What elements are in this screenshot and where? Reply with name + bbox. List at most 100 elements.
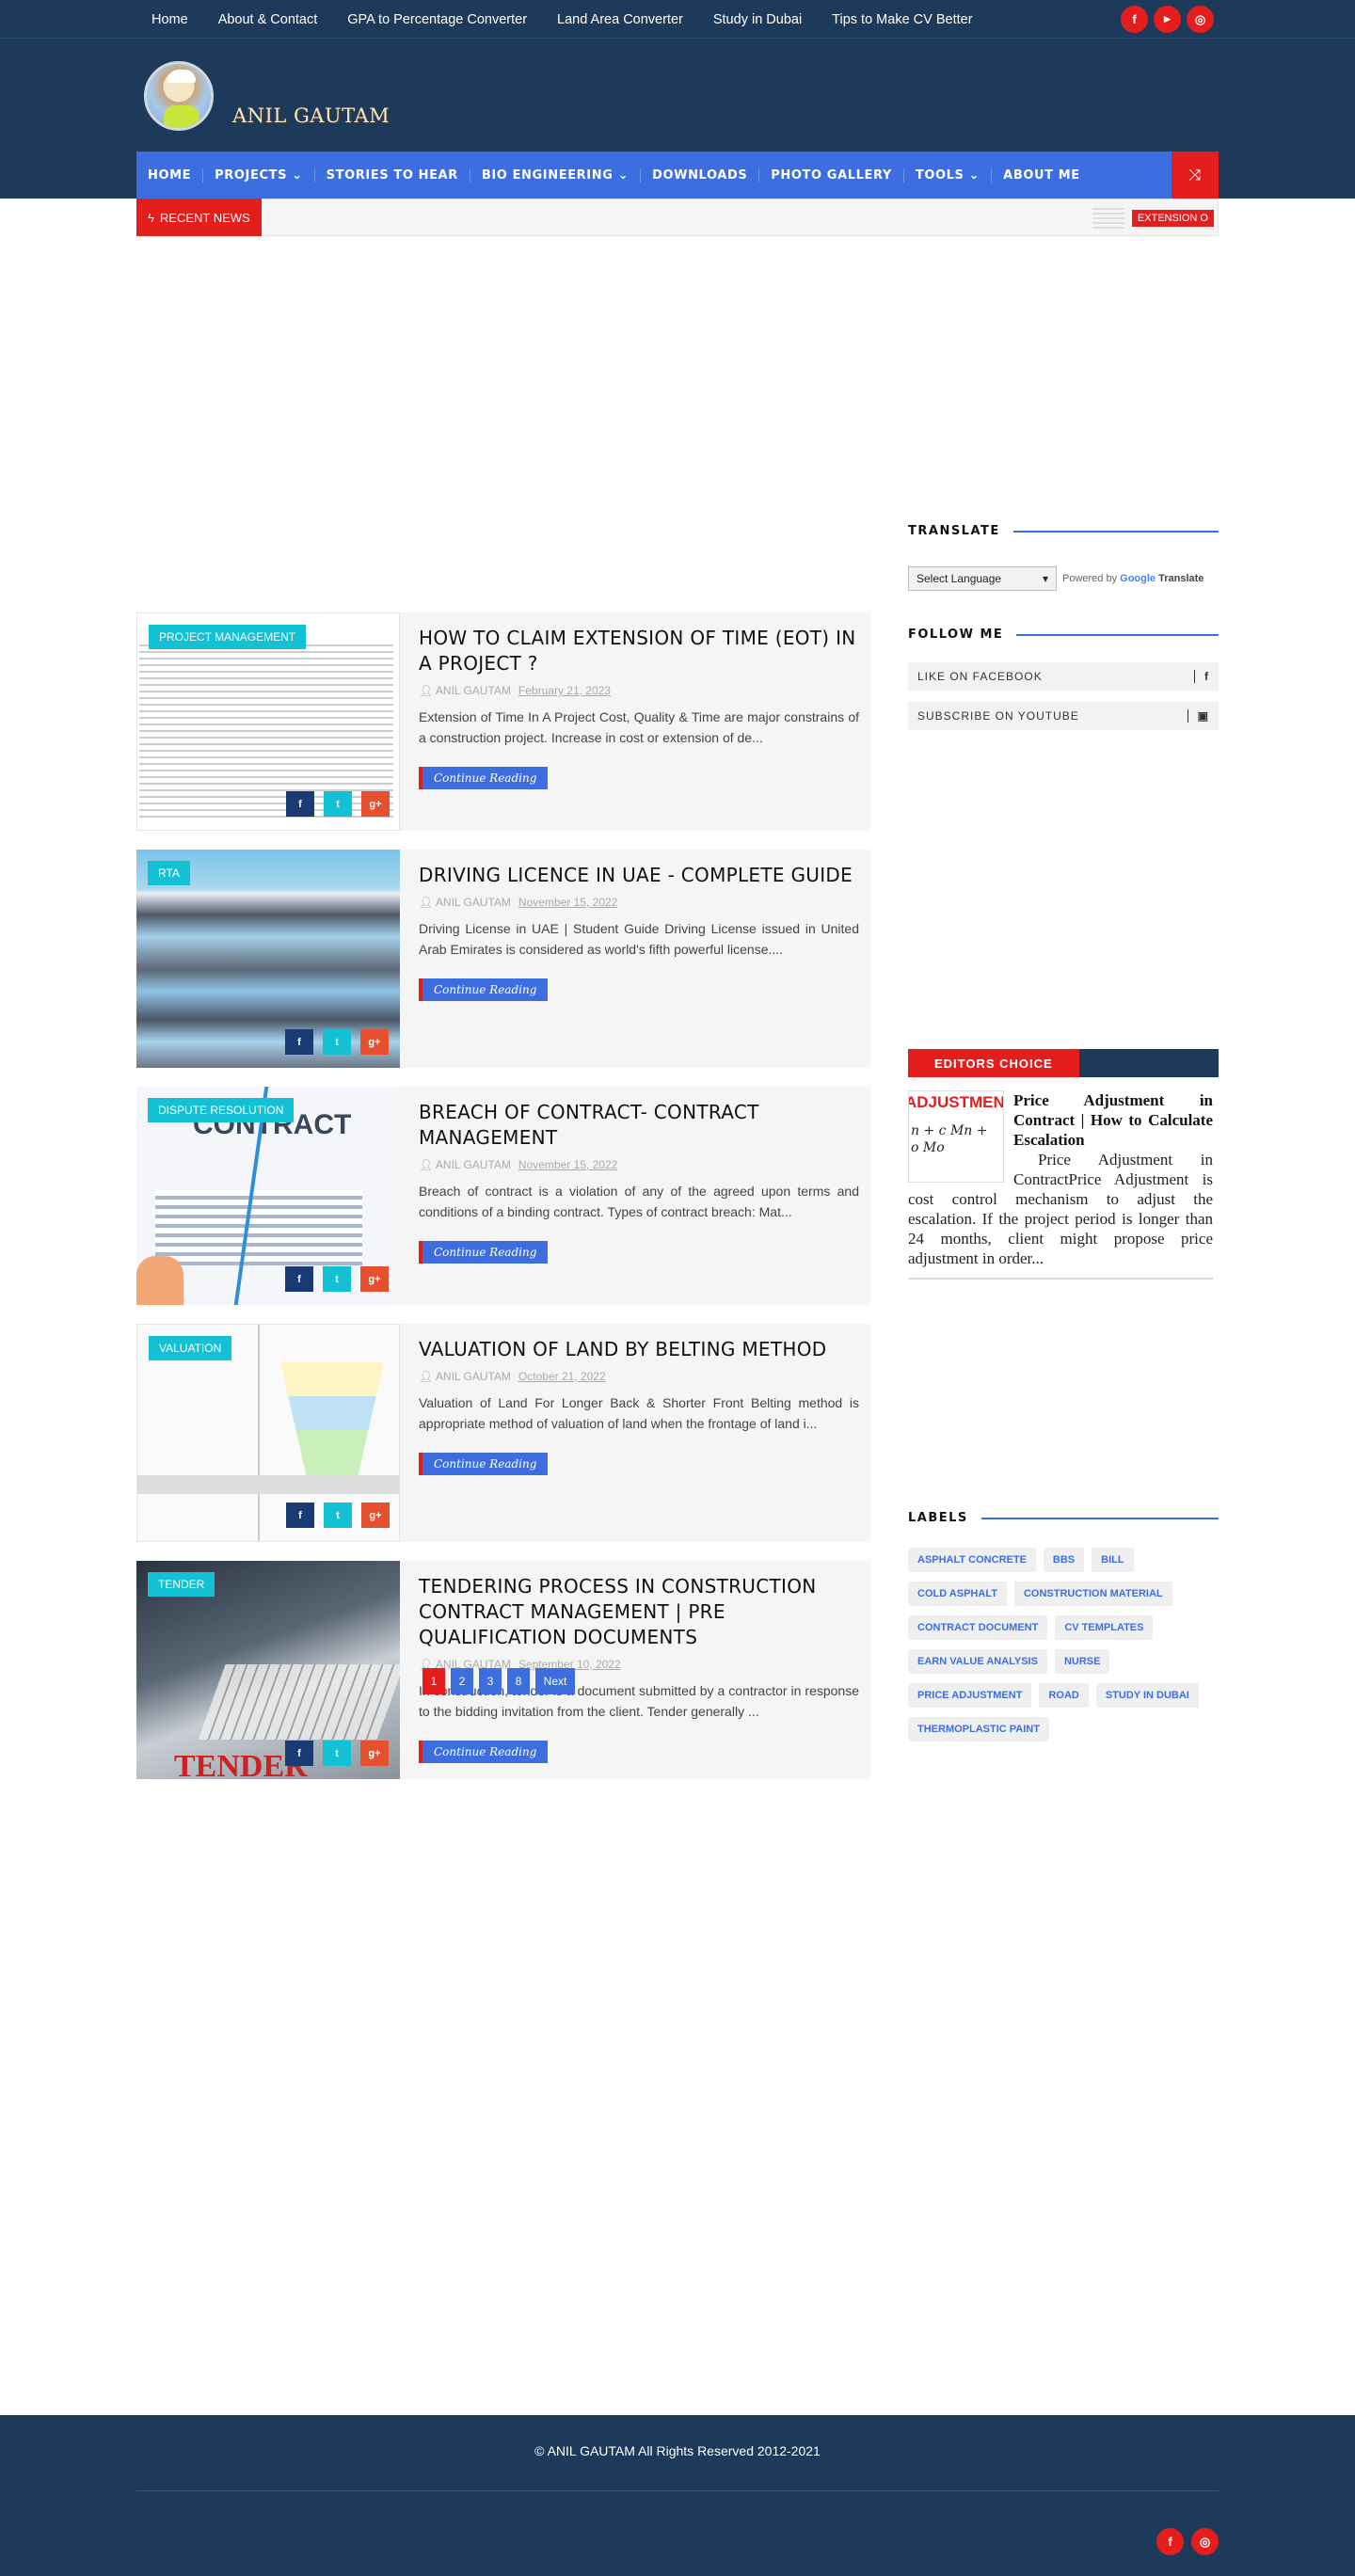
top-link-gpa[interactable]: GPA to Percentage Converter <box>332 12 542 27</box>
page-3[interactable]: 3 <box>479 1668 502 1694</box>
twitter-share-icon[interactable]: t <box>323 1029 351 1055</box>
facebook-icon[interactable]: f <box>1156 2528 1184 2555</box>
post-title[interactable]: TENDERING PROCESS IN CONSTRUCTION CONTRA… <box>419 1574 859 1650</box>
category-badge[interactable]: PROJECT MANAGEMENT <box>149 625 307 649</box>
top-link-land-area[interactable]: Land Area Converter <box>542 12 698 27</box>
post-author[interactable]: ANIL GAUTAM <box>436 896 511 909</box>
category-badge[interactable]: RTA <box>148 861 190 885</box>
post-thumbnail[interactable]: PROJECT MANAGEMENT f t g+ <box>136 612 400 831</box>
like-on-facebook[interactable]: LIKE ON FACEBOOK f <box>908 662 1219 691</box>
page-1[interactable]: 1 <box>422 1668 445 1694</box>
top-link-home[interactable]: Home <box>136 12 203 27</box>
label-tag[interactable]: STUDY IN DUBAI <box>1095 1683 1199 1708</box>
youtube-icon[interactable]: ▶ <box>1154 6 1181 33</box>
label-tag[interactable]: BBS <box>1043 1548 1085 1572</box>
ticker-thumbnail <box>1092 208 1124 229</box>
label-tag[interactable]: NURSE <box>1054 1649 1110 1674</box>
instagram-icon[interactable]: ◎ <box>1191 2528 1219 2555</box>
google-plus-share-icon[interactable]: g+ <box>360 1266 389 1292</box>
twitter-share-icon[interactable]: t <box>324 791 352 817</box>
post-thumbnail[interactable]: VALUATION f t g+ <box>136 1324 400 1542</box>
post-excerpt: Driving License in UAE | Student Guide D… <box>419 921 859 957</box>
share-buttons: f t g+ <box>286 791 390 817</box>
subscribe-on-youtube[interactable]: SUBSCRIBE ON YOUTUBE ▣ <box>908 702 1219 730</box>
label-tag[interactable]: THERMOPLASTIC PAINT <box>908 1717 1049 1741</box>
top-link-dubai[interactable]: Study in Dubai <box>698 12 817 27</box>
label-tag[interactable]: CV TEMPLATES <box>1055 1615 1154 1640</box>
post-title[interactable]: DRIVING LICENCE IN UAE - COMPLETE GUIDE <box>419 863 859 888</box>
nav-photo-gallery[interactable]: PHOTO GALLERY <box>759 167 904 183</box>
user-icon: 👤︎ <box>419 1370 434 1383</box>
translate-link[interactable]: Translate <box>1158 573 1204 584</box>
twitter-share-icon[interactable]: t <box>324 1503 352 1528</box>
facebook-icon[interactable]: f <box>1121 6 1148 33</box>
twitter-share-icon[interactable]: t <box>323 1741 351 1766</box>
label-cloud: ASPHALT CONCRETE BBS BILL COLD ASPHALT C… <box>908 1548 1219 1741</box>
nav-projects[interactable]: PROJECTS ⌄ <box>203 167 315 183</box>
post-title[interactable]: HOW TO CLAIM EXTENSION OF TIME (EOT) IN … <box>419 626 859 676</box>
post-date[interactable]: February 21, 2023 <box>518 684 611 697</box>
facebook-share-icon[interactable]: f <box>286 1503 314 1528</box>
category-badge[interactable]: VALUATION <box>149 1336 232 1360</box>
post-thumbnail[interactable]: CONTRACT DISPUTE RESOLUTION f t g+ <box>136 1087 400 1305</box>
facebook-share-icon[interactable]: f <box>285 1741 313 1766</box>
nav-stories[interactable]: STORIES TO HEAR <box>315 167 470 183</box>
top-link-cv[interactable]: Tips to Make CV Better <box>817 12 987 27</box>
continue-reading-button[interactable]: Continue Reading <box>419 978 549 1001</box>
post-date[interactable]: November 15, 2022 <box>518 1158 617 1171</box>
post-author[interactable]: ANIL GAUTAM <box>436 1158 511 1171</box>
label-tag[interactable]: BILL <box>1092 1548 1134 1572</box>
nav-tools[interactable]: TOOLS ⌄ <box>904 167 993 183</box>
page-2[interactable]: 2 <box>451 1668 473 1694</box>
post-meta: 👤︎ ANIL GAUTAM October 21, 2022 <box>419 1370 859 1383</box>
post-date[interactable]: November 15, 2022 <box>518 896 617 909</box>
copyright: © ANIL GAUTAM All Rights Reserved 2012-2… <box>534 2443 821 2458</box>
label-tag[interactable]: CONTRACT DOCUMENT <box>908 1615 1048 1640</box>
label-tag[interactable]: ROAD <box>1039 1683 1089 1708</box>
continue-reading-button[interactable]: Continue Reading <box>419 1453 549 1475</box>
label-tag[interactable]: CONSTRUCTION MATERIAL <box>1013 1582 1172 1606</box>
post-title[interactable]: BREACH OF CONTRACT- CONTRACT MANAGEMENT <box>419 1100 859 1151</box>
facebook-share-icon[interactable]: f <box>286 791 314 817</box>
translate-title: TRANSLATE <box>908 524 1219 538</box>
next-page-button[interactable]: Next <box>535 1668 575 1694</box>
google-plus-share-icon[interactable]: g+ <box>360 1029 389 1055</box>
shuffle-icon[interactable]: ⤨ <box>1172 151 1219 199</box>
language-select[interactable]: Select Language ▾ <box>908 566 1057 591</box>
post-author[interactable]: ANIL GAUTAM <box>436 1370 511 1383</box>
google-plus-share-icon[interactable]: g+ <box>361 791 390 817</box>
category-badge[interactable]: DISPUTE RESOLUTION <box>148 1098 295 1122</box>
editors-choice-thumbnail[interactable]: ADJUSTMENT n + c Mn + o Mo <box>908 1090 1004 1183</box>
continue-reading-button[interactable]: Continue Reading <box>419 1741 549 1763</box>
top-link-about[interactable]: About & Contact <box>203 12 333 27</box>
label-tag[interactable]: EARN VALUE ANALYSIS <box>908 1649 1047 1674</box>
page-8[interactable]: 8 <box>507 1668 530 1694</box>
continue-reading-button[interactable]: Continue Reading <box>419 1241 549 1264</box>
label-tag[interactable]: PRICE ADJUSTMENT <box>908 1683 1032 1708</box>
ticker-item[interactable]: EXTENSION O <box>1131 210 1214 227</box>
post-date[interactable]: October 21, 2022 <box>518 1370 606 1383</box>
site-logo[interactable]: ANIL GAUTAM <box>144 61 390 131</box>
post-title[interactable]: VALUATION OF LAND BY BELTING METHOD <box>419 1337 859 1362</box>
post-author[interactable]: ANIL GAUTAM <box>436 684 511 697</box>
facebook-share-icon[interactable]: f <box>285 1266 313 1292</box>
instagram-icon[interactable]: ◎ <box>1187 6 1214 33</box>
category-badge[interactable]: TENDER <box>148 1572 215 1597</box>
label-tag[interactable]: COLD ASPHALT <box>908 1582 1007 1606</box>
nav-home[interactable]: HOME <box>136 167 204 183</box>
post-thumbnail[interactable]: RTA f t g+ <box>136 850 400 1068</box>
recent-news-bar: ϟ RECENT NEWS EXTENSION O <box>136 199 1219 236</box>
post-thumbnail[interactable]: TENDER TENDER f t g+ <box>136 1561 400 1779</box>
twitter-share-icon[interactable]: t <box>323 1266 351 1292</box>
google-plus-share-icon[interactable]: g+ <box>360 1741 389 1766</box>
facebook-share-icon[interactable]: f <box>285 1029 313 1055</box>
google-plus-share-icon[interactable]: g+ <box>361 1503 390 1528</box>
news-ticker[interactable]: EXTENSION O <box>1092 208 1214 229</box>
label-tag[interactable]: ASPHALT CONCRETE <box>908 1548 1036 1572</box>
nav-about[interactable]: ABOUT ME <box>992 168 1092 183</box>
continue-reading-button[interactable]: Continue Reading <box>419 767 549 789</box>
translate-widget: TRANSLATE Select Language ▾ Powered by Go… <box>908 524 1219 591</box>
nav-bio-engineering[interactable]: BIO ENGINEERING ⌄ <box>470 167 642 183</box>
nav-downloads[interactable]: DOWNLOADS <box>641 167 760 183</box>
thumbnail-formula: n + c Mn + <box>911 1123 988 1138</box>
